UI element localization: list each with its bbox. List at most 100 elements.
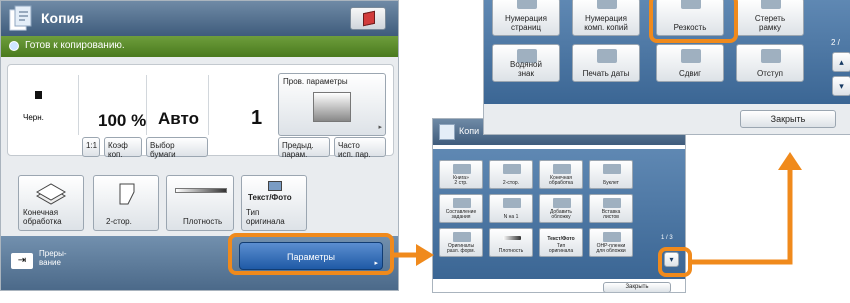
favorite-settings-button[interactable]: Часто исп. пар.: [334, 137, 386, 159]
color-mode-label: Черн.: [23, 113, 44, 122]
previous-settings-label: Предыд. парам.: [282, 141, 314, 159]
n-on-1-icon: [503, 198, 521, 208]
screen-title: Копи: [459, 126, 480, 136]
option-label: Добавить обложку: [549, 209, 573, 220]
options-highlight: [228, 233, 394, 275]
density-button[interactable]: Плотность: [166, 175, 234, 231]
options-screen-page1: Копи Книга» 2 стр. 2-стор. Конечная обра…: [432, 118, 686, 293]
original-type-button[interactable]: Текст/Фото Тип оригинала: [241, 175, 307, 231]
arrow-to-page1: [394, 244, 434, 266]
option-book-2pages[interactable]: Книга» 2 стр.: [439, 160, 483, 189]
density-label: Плотность: [183, 217, 223, 226]
sharpness-highlight: [649, 0, 738, 43]
option-insert-sheets[interactable]: Вставка листов: [589, 194, 633, 223]
option-shift[interactable]: Сдвиг: [656, 44, 724, 82]
option-copy-set-numbering[interactable]: Нумерация комп. копий: [572, 0, 640, 36]
stack-icon: [553, 164, 571, 174]
stack-icon: [35, 183, 67, 205]
transparency-icon: [603, 232, 621, 242]
option-label: Нумерация страниц: [505, 14, 547, 32]
option-page-numbering[interactable]: Нумерация страниц: [492, 0, 560, 36]
option-transparency-cover[interactable]: OHP-пленки для обложки: [589, 228, 633, 257]
close-label: Закрыть: [770, 114, 806, 124]
option-label: Печать даты: [582, 69, 630, 78]
option-add-cover[interactable]: Добавить обложку: [539, 194, 583, 223]
previous-settings-button[interactable]: Предыд. парам.: [278, 137, 330, 159]
option-booklet[interactable]: Буклет: [589, 160, 633, 189]
paper-value: Авто: [158, 109, 199, 128]
cube-icon: [363, 10, 375, 27]
two-sided-label: 2-стор.: [106, 217, 132, 226]
finishing-label: Конечная обработка: [23, 208, 62, 226]
close-button[interactable]: Закрыть: [603, 282, 671, 292]
option-label: 2-стор.: [502, 180, 520, 186]
option-label: Водяной знак: [510, 60, 542, 78]
booklet-icon: [603, 164, 621, 174]
option-density[interactable]: Плотность: [489, 228, 533, 257]
check-settings-label: Пров. параметры: [283, 77, 348, 86]
option-watermark[interactable]: Водяной знак: [492, 44, 560, 82]
option-finishing[interactable]: Конечная обработка: [539, 160, 583, 189]
two-sided-icon: [503, 164, 521, 174]
option-erase-frame[interactable]: Стереть рамку: [736, 0, 804, 36]
text-photo-label: Текст/Фото: [547, 236, 575, 242]
option-label: Тип оригинала: [548, 243, 574, 254]
erase-frame-icon: [761, 0, 781, 9]
option-two-sided[interactable]: 2-стор.: [489, 160, 533, 189]
option-label: Оригиналы разл. форм.: [447, 243, 475, 254]
option-print-date[interactable]: Печать даты: [572, 44, 640, 82]
option-label: Книга» 2 стр.: [453, 175, 469, 186]
finishing-button[interactable]: Конечная обработка: [18, 175, 84, 231]
close-button[interactable]: Закрыть: [740, 110, 836, 128]
status-bar: Готов к копированию.: [1, 36, 398, 57]
original-type-label: Тип оригинала: [246, 208, 285, 226]
option-label: OHP-пленки для обложки: [596, 243, 626, 254]
interrupt-icon[interactable]: ⇥: [11, 253, 33, 269]
one-to-one-label: 1:1: [86, 141, 98, 150]
copy-ratio-button[interactable]: Коэф коп.: [104, 137, 142, 159]
close-label: Закрыть: [625, 284, 649, 290]
select-paper-button[interactable]: Выбор бумаги: [146, 137, 208, 159]
document-preview-icon: [313, 92, 351, 122]
option-label: Нумерация комп. копий: [584, 14, 628, 32]
option-job-build[interactable]: Составление задания: [439, 194, 483, 223]
ratio-value: 100 %: [98, 111, 147, 130]
book-icon: [453, 164, 471, 174]
scroll-up-button[interactable]: ▴: [832, 52, 850, 72]
job-build-icon: [453, 198, 471, 208]
screen-title: Копия: [41, 10, 84, 26]
option-n-on-1[interactable]: N на 1: [489, 194, 533, 223]
density-scale-icon: [503, 236, 521, 240]
option-label: Стереть рамку: [754, 14, 786, 32]
page-numbering-icon: [517, 0, 537, 9]
option-label: Буклет: [603, 180, 619, 186]
mixed-originals-icon: [453, 232, 471, 242]
set-numbering-icon: [597, 0, 617, 9]
option-mixed-originals[interactable]: Оригиналы разл. форм.: [439, 228, 483, 257]
arrow-to-page2: [690, 152, 802, 265]
option-original-type[interactable]: Текст/Фото Тип оригинала: [539, 228, 583, 257]
copies-count: 1: [251, 107, 263, 129]
settings-cube-button[interactable]: [350, 7, 386, 30]
text-photo-label: Текст/Фото: [248, 193, 292, 202]
two-sided-button[interactable]: 2-стор.: [93, 175, 159, 231]
copy-ratio-label: Коэф коп.: [108, 141, 128, 159]
favorite-settings-label: Часто исп. пар.: [338, 141, 371, 159]
interrupt-label[interactable]: Преры- вание: [39, 249, 67, 267]
settings-info-panel: Черн. 100 % Авто 1 Пров. параметры ▸ 1:1…: [7, 64, 394, 159]
divider: [208, 75, 209, 135]
page-indicator: 1 / 3: [661, 235, 673, 241]
copy-app-icon: [439, 124, 455, 140]
divider: [78, 75, 79, 135]
check-settings-button[interactable]: Пров. параметры ▸: [278, 73, 386, 136]
option-label: Конечная обработка: [548, 175, 574, 186]
options-panel: Книга» 2 стр. 2-стор. Конечная обработка…: [433, 149, 685, 279]
scroll-down-button[interactable]: ▾: [832, 76, 850, 96]
option-margin[interactable]: Отступ: [736, 44, 804, 82]
status-icon: [9, 41, 19, 51]
original-type-icon: [268, 181, 282, 191]
option-label: Сдвиг: [678, 69, 702, 78]
select-paper-label: Выбор бумаги: [150, 141, 176, 159]
one-to-one-button[interactable]: 1:1: [82, 137, 100, 157]
option-label: Составление задания: [445, 209, 477, 220]
